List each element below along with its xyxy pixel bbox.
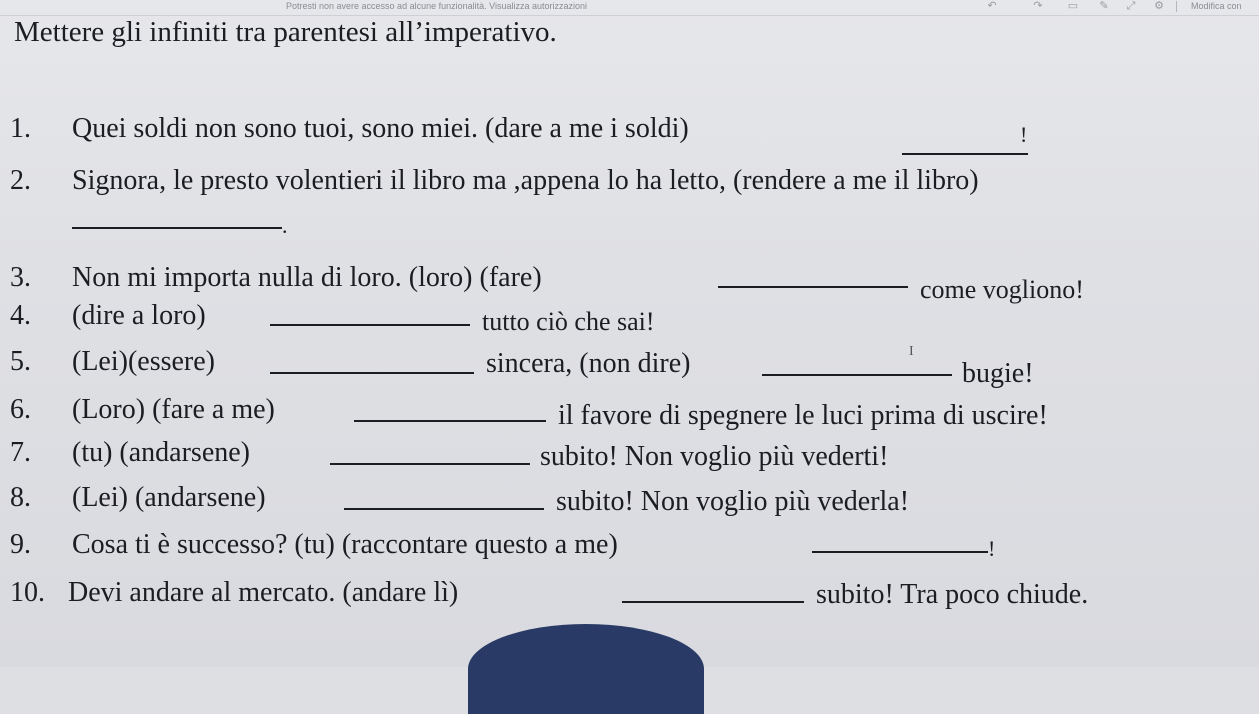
- answer-blank[interactable]: [270, 350, 474, 382]
- answer-blank[interactable]: [344, 486, 544, 518]
- item-ending: .: [282, 213, 288, 238]
- item-prompt: (dire a loro): [72, 300, 206, 331]
- item-number: 10.: [10, 577, 45, 608]
- exercise-title: Mettere gli infiniti tra parentesi all’i…: [14, 16, 557, 48]
- item-prompt: Non mi importa nulla di loro. (loro) (fa…: [72, 262, 542, 293]
- undo-icon[interactable]: ↶: [985, 0, 999, 12]
- answer-blank[interactable]: [718, 264, 908, 296]
- answer-blank[interactable]: [330, 441, 530, 473]
- answer-blank[interactable]: [622, 579, 804, 611]
- item-number: 3.: [10, 262, 31, 293]
- pen-icon[interactable]: ✎: [1097, 0, 1111, 12]
- answer-blank[interactable]: [270, 302, 470, 334]
- item-ending: !: [1020, 122, 1028, 147]
- item-number: 5.: [10, 346, 31, 377]
- item-number: 9.: [10, 529, 31, 560]
- answer-blank[interactable]: [812, 529, 988, 561]
- item-middle: sincera, (non dire): [486, 348, 691, 379]
- redo-icon[interactable]: ↷: [1031, 0, 1045, 12]
- item-ending: come vogliono!: [920, 275, 1084, 304]
- item-prompt: Cosa ti è successo? (tu) (raccontare que…: [72, 529, 618, 560]
- answer-blank[interactable]: [354, 398, 546, 430]
- answer-blank[interactable]: [762, 352, 952, 384]
- item-ending: tutto ciò che sai!: [482, 307, 655, 336]
- item-ending: !: [988, 536, 996, 561]
- answer-blank[interactable]: [72, 205, 282, 237]
- document-page: Potresti non avere accesso ad alcune fun…: [0, 0, 1259, 714]
- edit-with-button[interactable]: Modifica con: [1191, 1, 1242, 11]
- zoom-icon[interactable]: ▭: [1066, 0, 1080, 12]
- item-prompt: (Lei) (andarsene): [72, 482, 266, 513]
- item-prompt: (Lei)(essere): [72, 346, 216, 377]
- item-ending: bugie!: [962, 358, 1034, 389]
- item-prompt: (tu) (andarsene): [72, 437, 251, 468]
- settings-icon[interactable]: ⚙: [1152, 0, 1166, 12]
- text-cursor-icon: I: [909, 344, 914, 359]
- item-number: 8.: [10, 482, 31, 513]
- expand-icon[interactable]: ⤢: [1124, 0, 1138, 12]
- answer-blank[interactable]: [902, 131, 1028, 163]
- item-ending: subito! Non voglio più vederla!: [556, 486, 910, 517]
- item-prompt: (Loro) (fare a me): [72, 394, 275, 425]
- toolbar-divider: [1176, 1, 1177, 12]
- item-ending: subito! Tra poco chiude.: [816, 579, 1089, 610]
- item-prompt: Signora, le presto volentieri il libro m…: [72, 165, 979, 196]
- item-prompt: Quei soldi non sono tuoi, sono miei. (da…: [72, 113, 689, 144]
- item-number: 6.: [10, 394, 31, 425]
- item-number: 4.: [10, 300, 31, 331]
- item-number: 2.: [10, 165, 31, 196]
- permission-notice[interactable]: Potresti non avere accesso ad alcune fun…: [286, 1, 587, 11]
- top-toolbar: Potresti non avere accesso ad alcune fun…: [0, 0, 1259, 14]
- item-ending: il favore di spegnere le luci prima di u…: [558, 400, 1048, 431]
- item-prompt: Devi andare al mercato. (andare lì): [68, 577, 459, 608]
- item-ending: subito! Non voglio più vederti!: [540, 441, 889, 472]
- item-number: 1.: [10, 113, 31, 144]
- item-number: 7.: [10, 437, 31, 468]
- foreground-object: [468, 624, 704, 714]
